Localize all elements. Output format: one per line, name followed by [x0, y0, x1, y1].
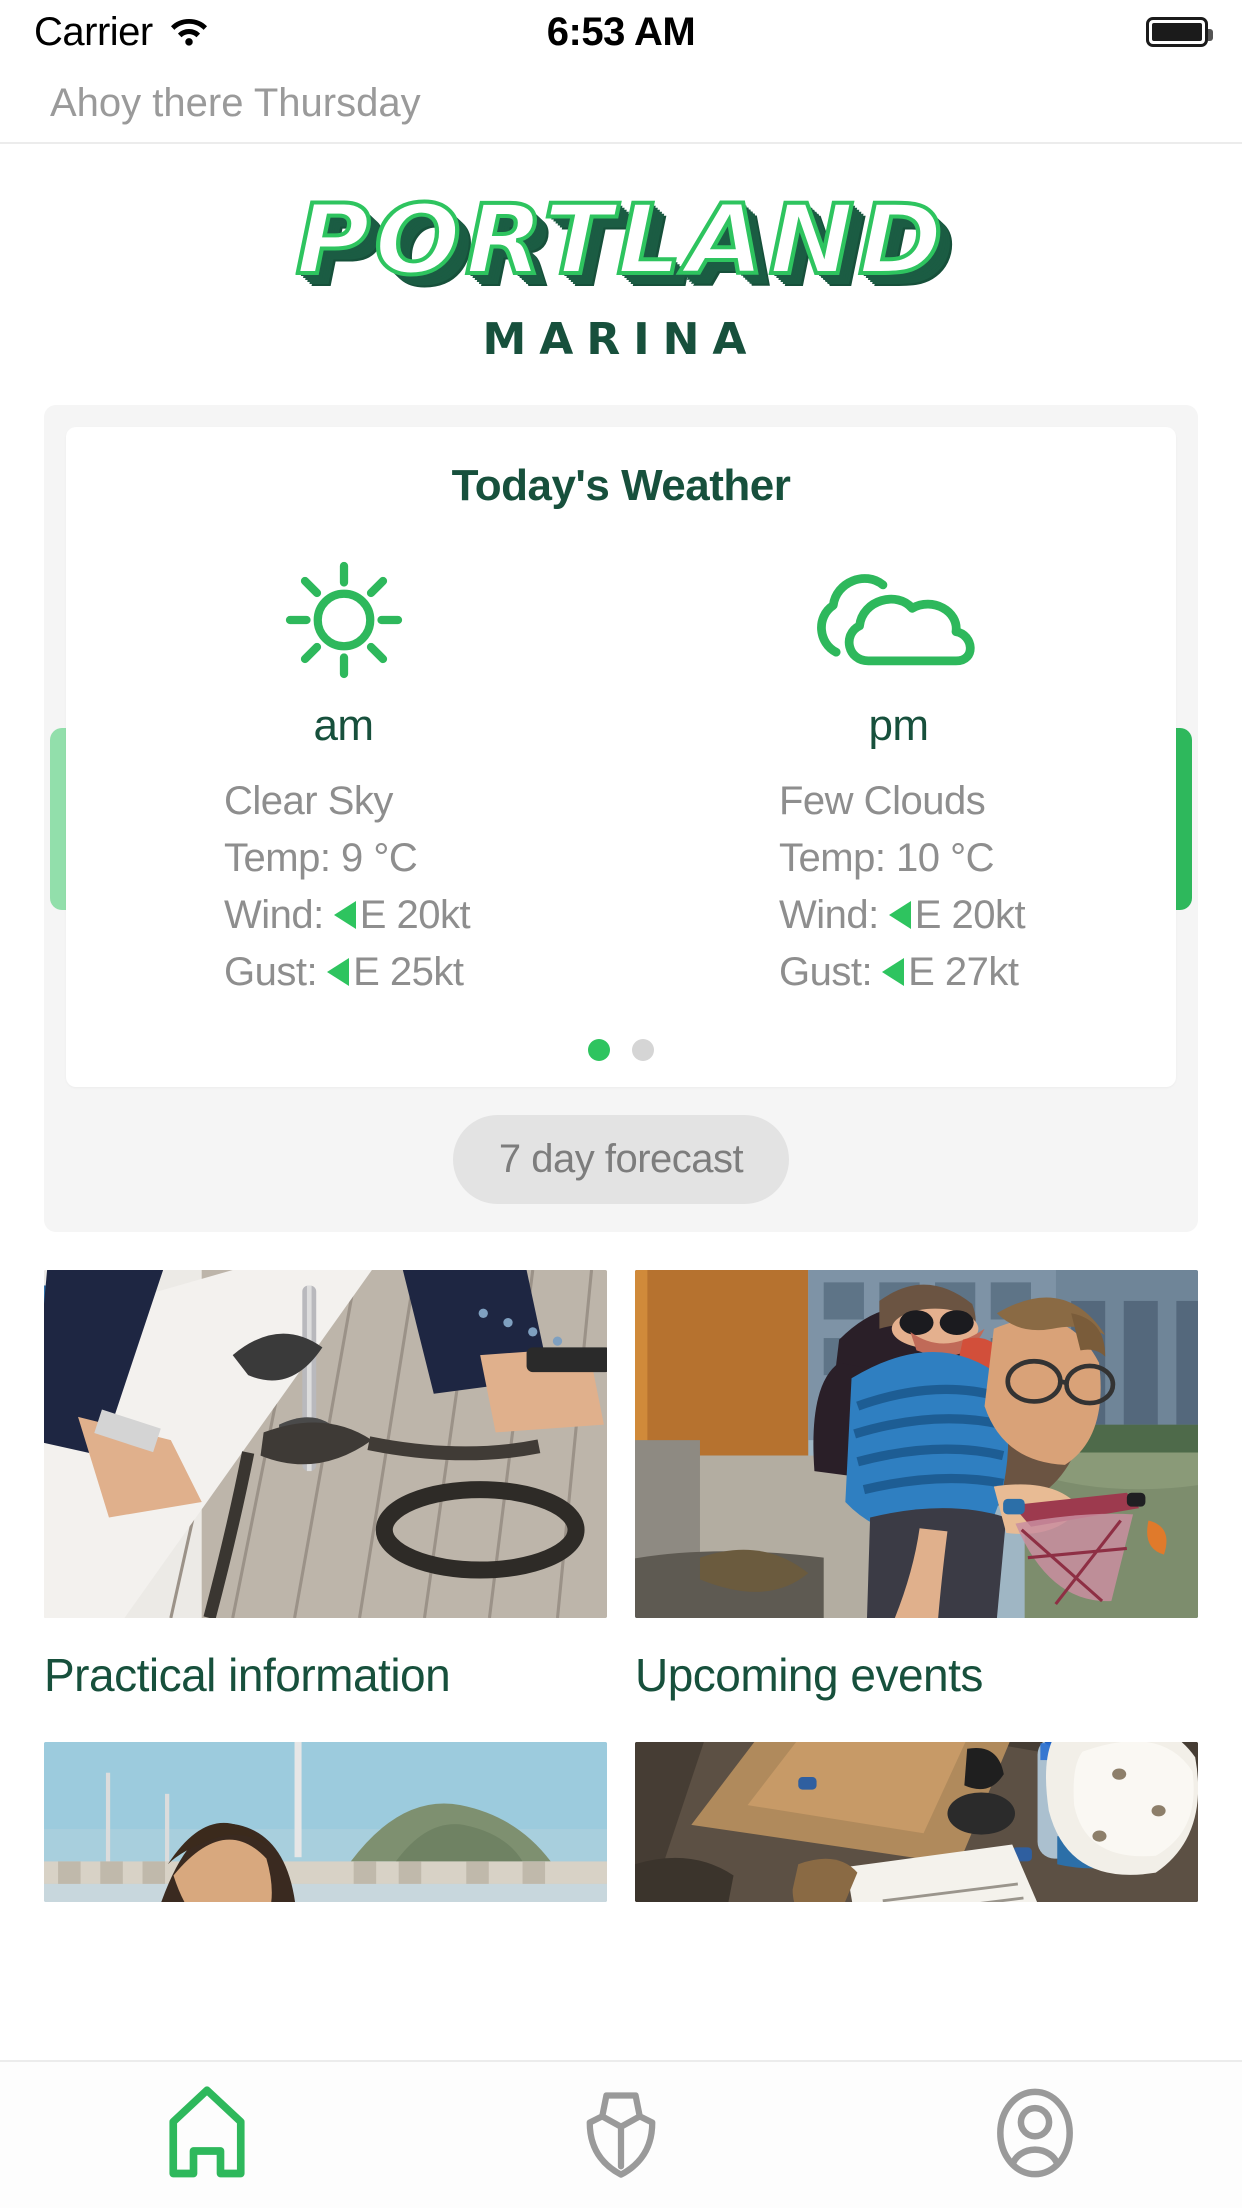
boat-bow-icon — [571, 2083, 671, 2188]
weather-gust-value-pm: E 27kt — [908, 950, 1019, 994]
wind-direction-arrow-icon — [888, 901, 911, 929]
weather-details-pm: Few Clouds Temp: 10 °C Wind: E 20kt Gust… — [621, 781, 1176, 1009]
account-icon — [983, 2081, 1087, 2190]
weather-gust-pm: Gust: E 27kt — [779, 952, 1176, 992]
tile-label-upcoming-events: Upcoming events — [635, 1649, 983, 1701]
greeting-text: Ahoy there Thursday — [50, 80, 421, 125]
weather-gust-label-am: Gust: — [224, 950, 318, 994]
weather-gust-label-pm: Gust: — [779, 950, 873, 994]
weather-wind-pm: Wind: E 20kt — [779, 895, 1176, 935]
battery-full-icon — [1146, 17, 1213, 47]
weather-wind-value-pm: E 20kt — [914, 893, 1026, 937]
tile-image-table-with-bottle-and-hat — [635, 1742, 1198, 1902]
weather-columns: am Clear Sky Temp: 9 °C Wind: E 20kt Gus… — [66, 545, 1176, 1009]
wind-direction-arrow-icon — [882, 958, 905, 986]
weather-gust-am: Gust: E 25kt — [224, 952, 621, 992]
weather-wind-am: Wind: E 20kt — [224, 895, 621, 935]
bottom-tab-bar — [0, 2060, 1242, 2208]
weather-title: Today's Weather — [451, 461, 791, 510]
carousel-dot-1[interactable] — [588, 1039, 610, 1061]
weather-wind-value-am: E 20kt — [359, 893, 471, 937]
status-bar-right — [1146, 17, 1213, 47]
logo-primary-text: PORTLAND — [293, 184, 947, 296]
logo-secondary-text: MARINA — [482, 314, 760, 365]
wind-direction-arrow-icon — [333, 901, 356, 929]
tiles-row-2 — [44, 1742, 1198, 1932]
tile-upcoming-events[interactable]: Upcoming events — [635, 1270, 1198, 1702]
tile-image-rope-knot — [44, 1270, 607, 1618]
status-bar-time: 6:53 AM — [546, 9, 696, 54]
tile-image-man-at-harbour — [44, 1742, 607, 1902]
seven-day-forecast-button[interactable]: 7 day forecast — [452, 1115, 790, 1204]
tile-third[interactable] — [44, 1742, 607, 1932]
weather-condition-pm: Few Clouds — [779, 779, 986, 823]
weather-temp-am: Temp: 9 °C — [224, 836, 418, 880]
weather-details-am: Clear Sky Temp: 9 °C Wind: E 20kt Gust: … — [66, 781, 621, 1009]
tab-home[interactable] — [0, 2079, 414, 2192]
brand-logo: PORTLAND MARINA — [0, 144, 1242, 365]
weather-condition-am: Clear Sky — [224, 779, 393, 823]
home-icon — [153, 2079, 261, 2192]
weather-wind-label-am: Wind: — [224, 893, 324, 937]
status-bar: Carrier 6:53 AM — [0, 0, 1242, 64]
tile-image-crab-netting — [635, 1270, 1198, 1618]
weather-wind-label-pm: Wind: — [779, 893, 879, 937]
weather-period-pm: pm — [868, 701, 929, 750]
app-screen: Carrier 6:53 AM Ahoy there Thursday PORT… — [0, 0, 1242, 2208]
tab-account[interactable] — [828, 2081, 1242, 2190]
tile-fourth[interactable] — [635, 1742, 1198, 1932]
tiles-row-1: Practical information Upcoming events — [44, 1270, 1198, 1702]
cloud-icon — [804, 545, 994, 695]
weather-period-am: am — [313, 701, 374, 750]
weather-gust-value-am: E 25kt — [353, 950, 464, 994]
tab-boat[interactable] — [414, 2083, 828, 2188]
tile-label-practical-information: Practical information — [44, 1649, 451, 1701]
weather-column-am: am Clear Sky Temp: 9 °C Wind: E 20kt Gus… — [66, 545, 621, 1009]
wind-direction-arrow-icon — [327, 958, 350, 986]
tile-practical-information[interactable]: Practical information — [44, 1270, 607, 1702]
weather-panel: Today's Weather am Clear Sky Temp: 9 °C … — [44, 405, 1198, 1232]
greeting-bar: Ahoy there Thursday — [0, 64, 1242, 144]
forecast-row: 7 day forecast — [44, 1115, 1198, 1204]
sun-icon — [269, 545, 419, 695]
weather-card: Today's Weather am Clear Sky Temp: 9 °C … — [66, 427, 1176, 1087]
carousel-dot-2[interactable] — [632, 1039, 654, 1061]
weather-column-pm: pm Few Clouds Temp: 10 °C Wind: E 20kt G… — [621, 545, 1176, 1009]
weather-temp-pm: Temp: 10 °C — [779, 836, 995, 880]
carousel-dots[interactable] — [66, 1039, 1176, 1061]
